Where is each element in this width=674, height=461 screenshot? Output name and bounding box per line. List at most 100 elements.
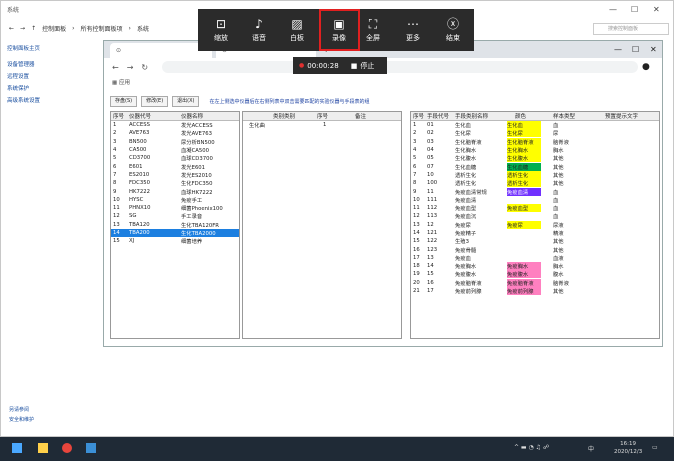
search-input[interactable]: 搜索控制面板 [593,23,669,35]
table-row[interactable]: 1 ACCESS 发光ACCESS [111,121,239,129]
whiteboard-button[interactable]: ▨ 白板 [280,9,314,51]
start-icon[interactable] [12,443,22,453]
forward-icon[interactable]: → [20,25,25,32]
explorer-icon[interactable] [38,443,48,453]
col-header[interactable]: 仪器名称 [169,112,239,120]
table-row[interactable]: 3 03 生化脑脊液 生化脑脊液 脑脊液 [411,137,659,146]
table-row[interactable]: 14 TBA200 生化TBA2000 [111,228,239,238]
save-button[interactable]: 存盘(S) [110,96,138,107]
table-row[interactable]: 7 ES2010 发光ES2010 [111,171,239,179]
col-header[interactable]: 手段类别名称 [455,112,507,120]
microphone-button[interactable]: ♪ 语音 [242,9,276,51]
up-icon[interactable]: ↑ [31,25,36,32]
table-row[interactable]: 8 100 透析生化 透析生化 其他 [411,179,659,188]
col-header[interactable]: 手段代号 [427,112,455,120]
reload-icon[interactable]: ↻ [141,63,148,72]
close-icon[interactable]: ✕ [653,5,660,14]
table-row[interactable]: 8 FDC350 生化FDC350 [111,179,239,187]
minimize-icon[interactable]: — [614,45,622,54]
table-row[interactable]: 15 XJ 细菌培养 [111,237,239,245]
table-row[interactable]: 4 CA500 血凝CA500 [111,146,239,154]
table-row[interactable]: 13 12 免疫尿 免疫尿 尿液 [411,220,659,229]
back-icon[interactable]: ← [9,25,14,32]
stop-icon[interactable]: ■ [351,62,358,70]
cell: 透析生化 [455,172,477,179]
table-row[interactable]: 17 13 免疫血 血液 [411,254,659,262]
nav-device-manager[interactable]: 设备管理器 [7,59,99,71]
fullscreen-button[interactable]: ⛶ 全屏 [356,9,390,51]
maximize-icon[interactable]: ☐ [631,5,638,14]
col-header[interactable]: 颜色 [507,112,547,120]
table-row[interactable]: 12 113 免疫血沉 血 [411,212,659,220]
table-row[interactable]: 6 E601 发光E601 [111,162,239,171]
nav-remote[interactable]: 远程设置 [7,71,99,83]
back-icon[interactable]: ← [112,63,119,72]
col-header[interactable]: 预置提示文字 [599,112,655,120]
account-icon[interactable]: ● [642,62,650,72]
table-row[interactable]: 10 111 免疫血清 血 [411,196,659,204]
tray-icons[interactable]: ^ ▬ ◔ ♫ ☍ [514,444,549,451]
table-row[interactable]: 14 121 免疫精子 精液 [411,229,659,237]
table-row[interactable]: 13 TBA120 生化TBA120FR [111,221,239,229]
cell: 12 [427,221,434,228]
zoom-button[interactable]: ⊡ 缩放 [204,9,238,51]
col-header[interactable]: 仪器代号 [129,112,169,120]
table-row[interactable]: 21 17 免疫前列腺 免疫前列腺 其他 [411,287,659,296]
app-icon[interactable] [86,443,96,453]
col-header[interactable]: 样本类型 [547,112,599,120]
breadcrumb-1[interactable]: 所有控制面板项 [81,24,123,33]
cell: 2 [413,130,417,137]
breadcrumb-2[interactable]: 系统 [137,24,149,33]
nav-advanced[interactable]: 高级系统设置 [7,95,99,107]
table-row[interactable]: 4 04 生化胸水 生化胸水 胸水 [411,146,659,155]
clock[interactable]: 16:19 2020/12/3 [614,440,642,456]
table-row[interactable]: 19 15 免疫腹水 免疫腹水 腹水 [411,270,659,279]
col-header[interactable]: 类别类别 [243,112,305,120]
minimize-icon[interactable]: — [609,5,617,14]
table-row[interactable]: 2 AVE763 发光AVE763 [111,129,239,137]
table-row[interactable]: 7 10 透析生化 透析生化 其他 [411,170,659,179]
col-header[interactable]: 序号 [305,112,345,120]
stop-button[interactable]: 停止 [360,61,374,71]
close-button[interactable]: ⓧ 结束 [436,9,470,51]
nav-home[interactable]: 控制面板主页 [7,43,99,55]
table-row[interactable]: 12 SG 手工录音 [111,212,239,220]
table-row[interactable]: 15 122 生殖3 其他 [411,237,659,245]
table-row[interactable]: 9 11 免疫血清常规 免疫血清 血 [411,187,659,196]
forward-icon[interactable]: → [127,63,134,72]
close-icon[interactable]: ✕ [650,45,657,54]
table-row[interactable]: 9 HK7222 血球HK7222 [111,187,239,196]
table-row[interactable]: 1 01 生化血 生化血 血 [411,121,659,130]
chrome-icon[interactable] [62,443,72,453]
apps-icon[interactable]: ▦ [112,80,117,86]
ime-indicator[interactable]: 中 [588,444,594,453]
nav-protection[interactable]: 系统保护 [7,83,99,95]
table-row[interactable]: 3 BN500 尿分析BN500 [111,138,239,146]
exit-button[interactable]: 退出(X) [172,96,200,107]
table-row[interactable]: 11 PHNX10 细菌Phoenix100 [111,204,239,212]
table-row[interactable]: 18 14 免疫胸水 免疫胸水 胸水 [411,262,659,271]
col-header[interactable]: 序号 [411,112,427,120]
table-row[interactable]: 10 HYSC 免疫手工 [111,196,239,204]
more-button[interactable]: ⋯ 更多 [396,9,430,51]
table-row[interactable]: 2 02 生化尿 生化尿 尿 [411,129,659,138]
security-link[interactable]: 安全和维护 [9,415,34,425]
edit-button[interactable]: 修改(E) [141,96,169,107]
apps-label[interactable]: 应用 [119,80,130,86]
breadcrumb-0[interactable]: 控制面板 [42,24,66,33]
table-row[interactable]: 16 123 免疫骨髓 其他 [411,245,659,254]
notification-icon[interactable]: ▭ [652,444,658,451]
table-row[interactable]: 生化曲 1 [243,121,401,129]
table-row[interactable]: 5 CD3700 血球CD3700 [111,154,239,162]
table-row[interactable]: 20 16 免疫脑脊液 免疫脑脊液 脑脊液 [411,278,659,287]
url-input[interactable] [162,61,638,73]
maximize-icon[interactable]: ☐ [632,45,639,54]
col-header[interactable]: 序号 [111,112,129,120]
table-row[interactable]: 5 05 生化腹水 生化腹水 其他 [411,154,659,163]
tab-1[interactable]: ⊙ [110,43,212,58]
table-row[interactable]: 6 07 生化血糖 生化血糖 其他 [411,162,659,171]
cell: 血球CD3700 [181,156,213,163]
table-row[interactable]: 11 112 免疫血型 免疫血型 血 [411,204,659,213]
cell: 其他 [553,181,564,188]
col-header[interactable]: 备注 [345,112,395,120]
